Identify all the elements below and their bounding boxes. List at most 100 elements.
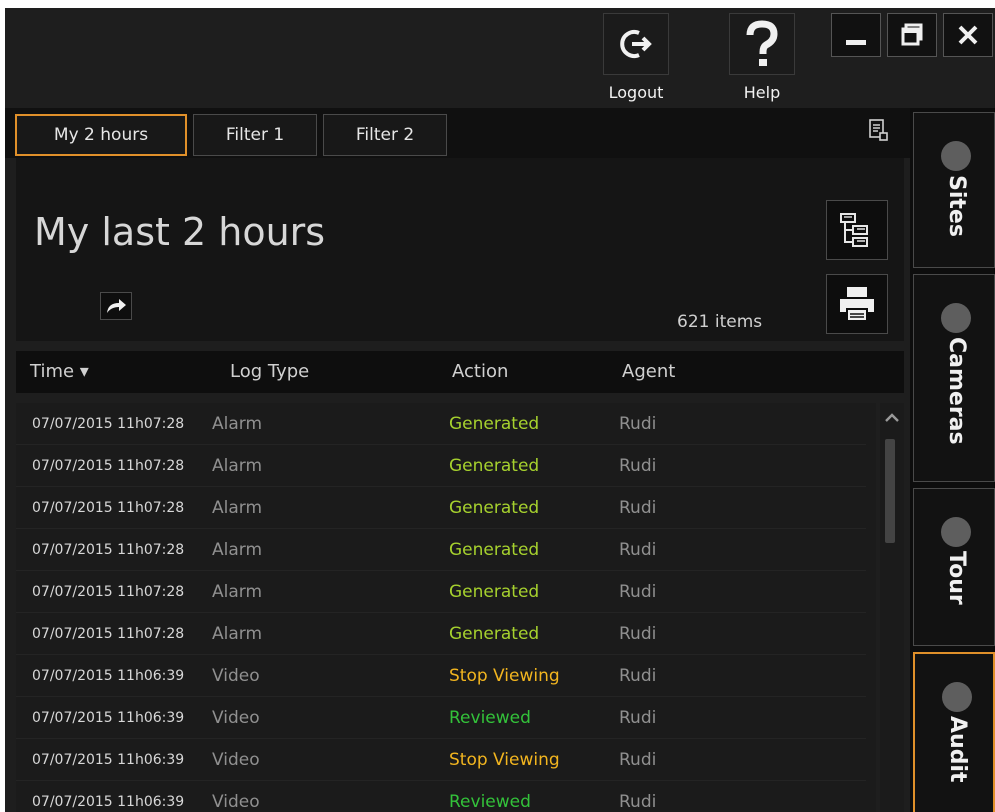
table-header: Time ▾ Log Type Action Agent [16, 351, 904, 393]
action-cell: Generated [449, 624, 540, 644]
log-type-cell: Alarm [212, 624, 263, 644]
table-row[interactable]: 07/07/2015 11h07:28 Alarm Generated Rudi [16, 403, 866, 445]
restore-icon [901, 23, 923, 46]
table-row[interactable]: 07/07/2015 11h07:28 Alarm Generated Rudi [16, 445, 866, 487]
tab-my-2-hours[interactable]: My 2 hours [15, 114, 187, 156]
help-label: Help [743, 83, 781, 102]
action-cell: Reviewed [449, 792, 531, 812]
tree-view-icon [840, 213, 868, 247]
print-button[interactable] [826, 274, 888, 334]
action-cell: Generated [449, 582, 540, 602]
time-cell: 07/07/2015 11h06:39 [32, 668, 185, 684]
printer-icon [840, 287, 874, 322]
sidetab-label: Sites [944, 175, 969, 237]
logout-button[interactable] [603, 13, 669, 75]
agent-cell: Rudi [619, 666, 657, 686]
panel-toggle-icon[interactable] [868, 118, 888, 142]
log-type-cell: Video [212, 666, 260, 686]
time-cell: 07/07/2015 11h07:28 [32, 542, 185, 558]
minimize-icon [846, 40, 866, 45]
time-cell: 07/07/2015 11h07:28 [32, 500, 185, 516]
redo-icon [107, 299, 126, 313]
logout-label: Logout [608, 83, 664, 102]
sidetab-label: Audit [945, 716, 970, 783]
log-type-cell: Alarm [212, 540, 263, 560]
agent-cell: Rudi [619, 456, 657, 476]
column-header-time[interactable]: Time ▾ [30, 361, 89, 382]
table-row[interactable]: 07/07/2015 11h07:28 Alarm Generated Rudi [16, 487, 866, 529]
table-row[interactable]: 07/07/2015 11h06:39 Video Reviewed Rudi [16, 781, 866, 812]
table-row[interactable]: 07/07/2015 11h06:39 Video Stop Viewing R… [16, 655, 866, 697]
vertical-scrollbar[interactable] [880, 403, 904, 812]
table-row[interactable]: 07/07/2015 11h07:28 Alarm Generated Rudi [16, 571, 866, 613]
table-row[interactable]: 07/07/2015 11h07:28 Alarm Generated Rudi [16, 529, 866, 571]
tab-filter-1[interactable]: Filter 1 [193, 114, 317, 156]
refresh-button[interactable] [100, 292, 132, 320]
tab-filter-2[interactable]: Filter 2 [323, 114, 447, 156]
help-button[interactable] [729, 13, 795, 75]
sidetab-tour[interactable]: Tour [913, 488, 995, 646]
status-dot-icon [942, 682, 972, 712]
column-header-log-type[interactable]: Log Type [230, 361, 309, 382]
log-type-cell: Alarm [212, 498, 263, 518]
top-bar: Logout Help [5, 8, 995, 108]
scroll-up-icon[interactable] [884, 411, 900, 423]
action-cell: Generated [449, 414, 540, 434]
column-header-action[interactable]: Action [452, 361, 508, 382]
help-icon [746, 20, 778, 66]
agent-cell: Rudi [619, 582, 657, 602]
agent-cell: Rudi [619, 624, 657, 644]
scroll-thumb[interactable] [885, 439, 895, 543]
action-cell: Generated [449, 456, 540, 476]
action-cell: Stop Viewing [449, 666, 560, 686]
status-dot-icon [941, 303, 971, 333]
sidetab-sites[interactable]: Sites [913, 112, 995, 268]
action-cell: Generated [449, 498, 540, 518]
audit-log-table: 07/07/2015 11h07:28 Alarm Generated Rudi… [16, 403, 876, 812]
log-type-cell: Video [212, 708, 260, 728]
log-type-cell: Video [212, 792, 260, 812]
status-dot-icon [941, 141, 971, 171]
close-button[interactable] [943, 13, 993, 57]
agent-cell: Rudi [619, 792, 657, 812]
sidetab-cameras[interactable]: Cameras [913, 274, 995, 482]
log-type-cell: Video [212, 750, 260, 770]
audit-app-window: Logout Help My 2 hours Filter 1 Filter 2… [5, 8, 995, 812]
log-type-cell: Alarm [212, 456, 263, 476]
log-type-cell: Alarm [212, 414, 263, 434]
logout-icon [620, 30, 652, 58]
log-type-cell: Alarm [212, 582, 263, 602]
time-cell: 07/07/2015 11h07:28 [32, 458, 185, 474]
time-cell: 07/07/2015 11h07:28 [32, 626, 185, 642]
filter-header-panel: My last 2 hours 621 items [16, 158, 904, 341]
sidetab-label: Cameras [944, 337, 969, 445]
sidetab-label: Tour [944, 551, 969, 605]
agent-cell: Rudi [619, 540, 657, 560]
agent-cell: Rudi [619, 414, 657, 434]
filter-tabs-bar: My 2 hours Filter 1 Filter 2 [5, 108, 910, 158]
close-icon [958, 25, 978, 45]
action-cell: Generated [449, 540, 540, 560]
agent-cell: Rudi [619, 708, 657, 728]
agent-cell: Rudi [619, 498, 657, 518]
status-dot-icon [941, 517, 971, 547]
table-row[interactable]: 07/07/2015 11h06:39 Video Stop Viewing R… [16, 739, 866, 781]
action-cell: Reviewed [449, 708, 531, 728]
agent-cell: Rudi [619, 750, 657, 770]
action-cell: Stop Viewing [449, 750, 560, 770]
side-tabs: Sites Cameras Tour Audit [910, 108, 995, 812]
time-cell: 07/07/2015 11h06:39 [32, 710, 185, 726]
sidetab-audit[interactable]: Audit [913, 652, 995, 812]
time-cell: 07/07/2015 11h06:39 [32, 794, 185, 810]
table-row[interactable]: 07/07/2015 11h06:39 Video Reviewed Rudi [16, 697, 866, 739]
restore-button[interactable] [887, 13, 937, 57]
table-row[interactable]: 07/07/2015 11h07:28 Alarm Generated Rudi [16, 613, 866, 655]
column-header-agent[interactable]: Agent [622, 361, 675, 382]
minimize-button[interactable] [831, 13, 881, 57]
time-cell: 07/07/2015 11h07:28 [32, 584, 185, 600]
time-cell: 07/07/2015 11h07:28 [32, 416, 185, 432]
page-title: My last 2 hours [34, 210, 326, 254]
item-count: 621 items [677, 312, 763, 332]
time-cell: 07/07/2015 11h06:39 [32, 752, 185, 768]
column-chooser-button[interactable] [826, 200, 888, 260]
